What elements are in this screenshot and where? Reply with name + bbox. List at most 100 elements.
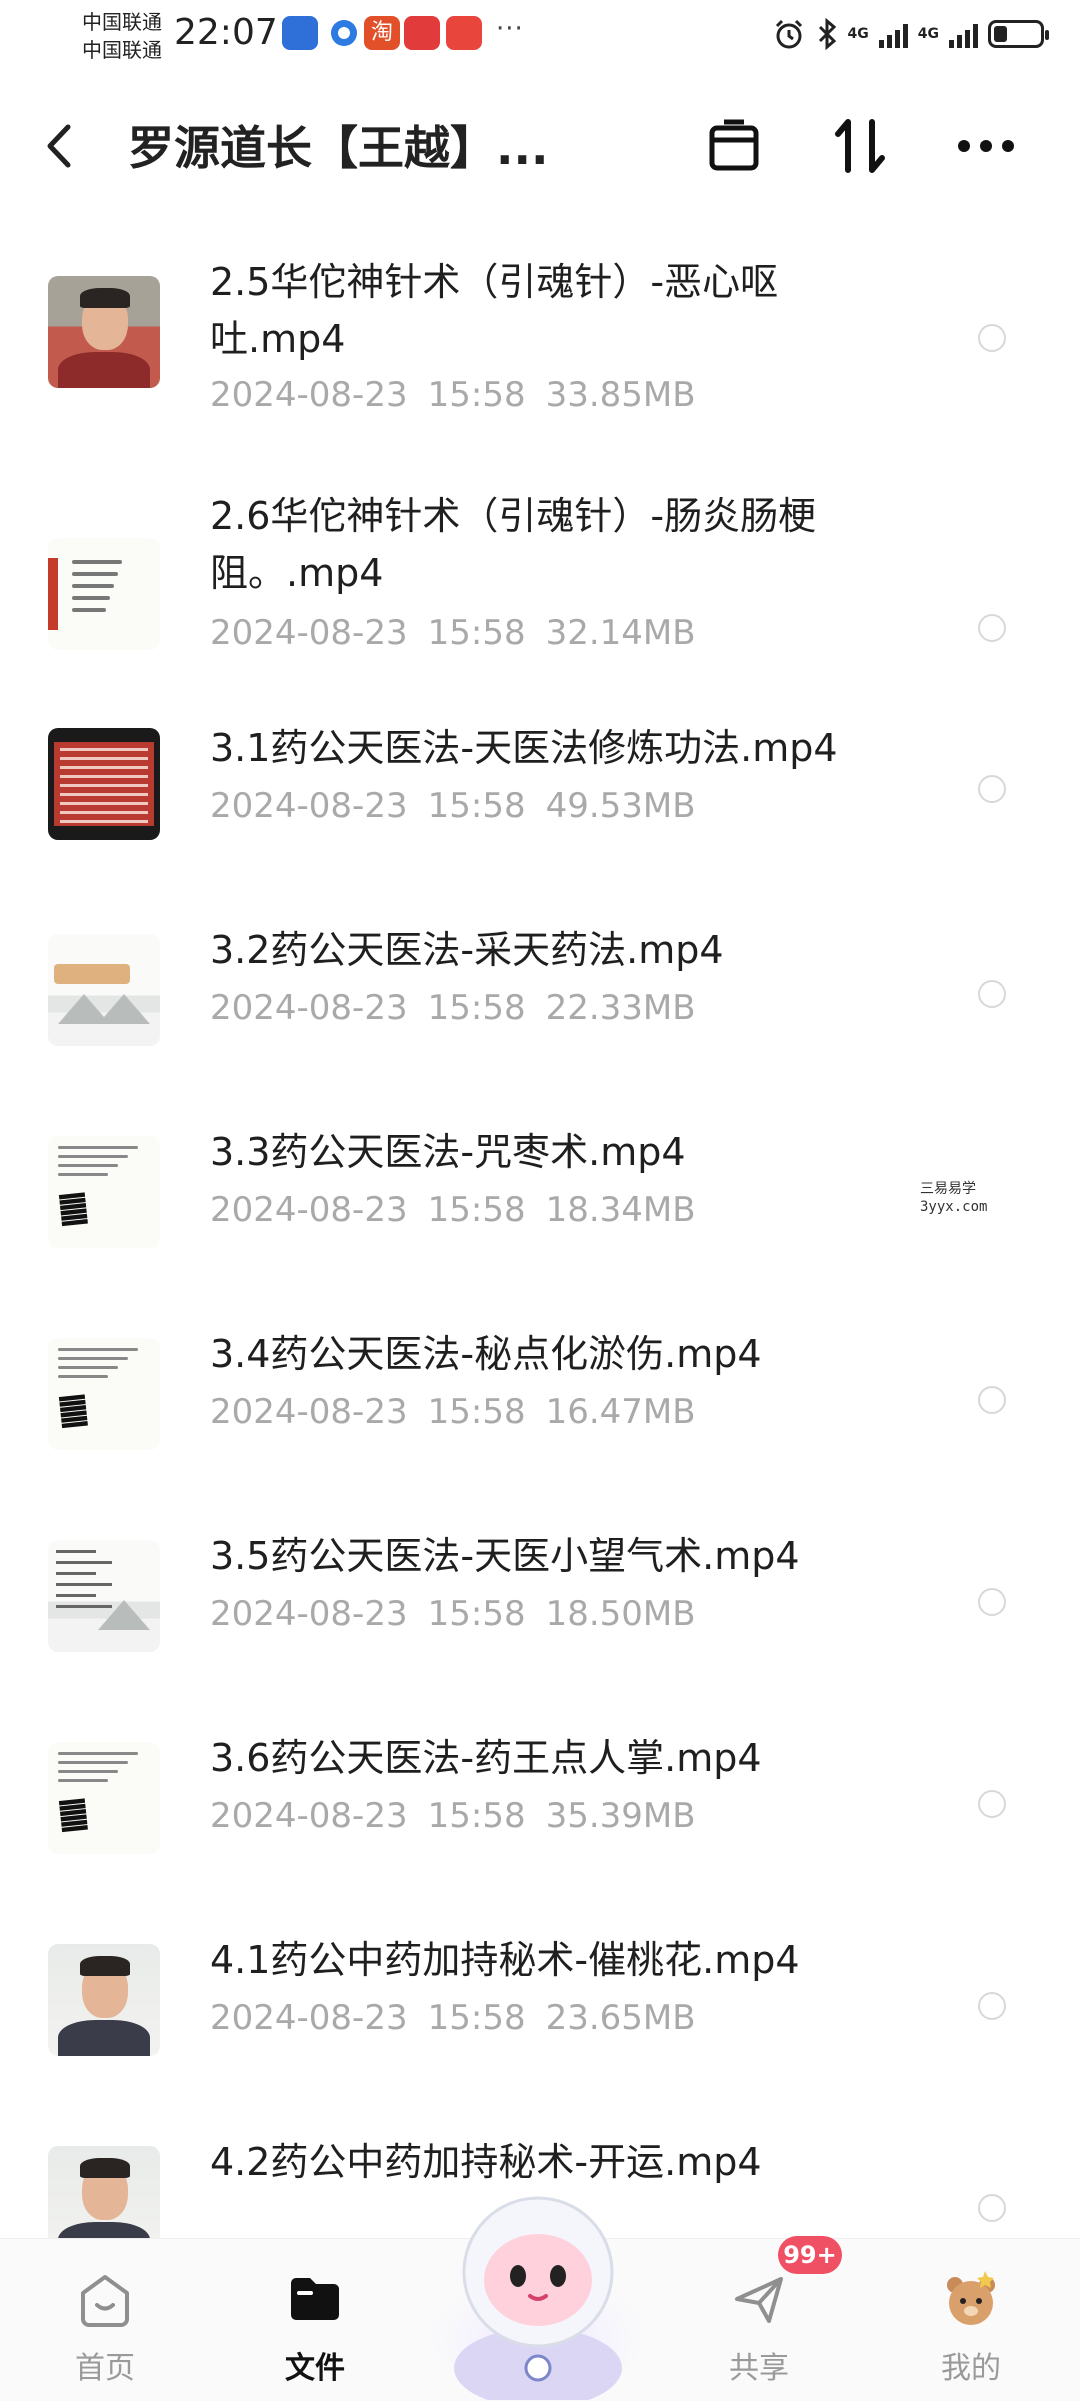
signal-bars-1 (878, 20, 908, 48)
file-size: 49.53MB (545, 786, 696, 826)
file-meta: 2024-08-23 15:58 18.34MB (210, 1190, 696, 1230)
assistant-mascot-button[interactable] (428, 2178, 648, 2404)
bluetooth-icon (818, 17, 836, 51)
video-thumbnail (48, 1540, 160, 1652)
more-notifications: ··· (496, 14, 524, 44)
file-time: 15:58 (427, 786, 526, 826)
file-time: 15:58 (427, 613, 526, 653)
file-name: 3.2药公天医法-采天药法.mp4 (210, 928, 724, 972)
shield-app-icon (282, 16, 318, 50)
file-row[interactable]: 2.6华佗神针术（引魂针）-肠炎肠梗阻。.mp4 2024-08-23 15:58 3… (0, 478, 1080, 678)
file-row[interactable]: 2.5华佗神针术（引魂针）-恶心呕吐.mp4 2024-08-23 15:58 33.… (0, 230, 1080, 430)
file-meta: 2024-08-23 15:58 22.33MB (210, 988, 696, 1028)
checklist-box-icon (709, 119, 759, 171)
select-radio[interactable] (978, 1790, 1006, 1818)
file-row[interactable]: ䷀ 3.3药公天医法-咒枣术.mp4 2024-08-23 15:58 18.34MB (0, 1124, 1080, 1324)
app-header: 罗源道长【王越】... (0, 90, 1080, 200)
watermark: 三易易学 3yyx.com (920, 1180, 987, 1216)
file-size: 23.65MB (545, 1998, 696, 2038)
file-time: 15:58 (427, 1796, 526, 1836)
nav-files-label: 文件 (285, 2351, 345, 2386)
nav-share-label: 共享 (729, 2351, 789, 2386)
file-meta: 2024-08-23 15:58 35.39MB (210, 1796, 696, 1836)
file-name: 2.6华佗神针术（引魂针）-肠炎肠梗阻。.mp4 (210, 494, 817, 595)
file-size: 35.39MB (545, 1796, 696, 1836)
select-radio[interactable] (978, 1992, 1006, 2020)
nav-home[interactable]: 首页 (30, 2239, 180, 2401)
file-name: 3.6药公天医法-药王点人掌.mp4 (210, 1736, 762, 1780)
taobao-app-icon: 淘 (364, 16, 400, 50)
file-time: 15:58 (427, 1392, 526, 1432)
select-radio[interactable] (978, 2194, 1006, 2222)
battery-icon (988, 20, 1049, 48)
status-indicators: 4G 4G (772, 16, 1049, 52)
file-size: 22.33MB (545, 988, 696, 1028)
carrier-2: 中国联通 (82, 38, 162, 62)
folder-title: 罗源道长【王越】... (128, 121, 549, 175)
select-radio[interactable] (978, 1588, 1006, 1616)
back-button[interactable] (44, 116, 94, 176)
file-size: 16.47MB (545, 1392, 696, 1432)
video-thumbnail: ䷀ (48, 1338, 160, 1450)
sort-icon (835, 119, 885, 173)
file-time: 15:58 (427, 1594, 526, 1634)
sort-button[interactable] (830, 114, 890, 178)
file-name: 4.1药公中药加持秘术-催桃花.mp4 (210, 1938, 800, 1982)
nav-mine-label: 我的 (941, 2351, 1001, 2386)
file-name: 2.5华佗神针术（引魂针）-恶心呕吐.mp4 (210, 260, 779, 361)
file-row[interactable]: 3.1药公天医法-天医法修炼功法.mp4 2024-08-23 15:58 49.53… (0, 720, 1080, 920)
file-size: 32.14MB (545, 613, 696, 653)
video-thumbnail (48, 538, 160, 650)
file-row[interactable]: ䷀ 3.4药公天医法-秘点化淤伤.mp4 2024-08-23 15:58 16.47M… (0, 1326, 1080, 1526)
file-date: 2024-08-23 (210, 613, 408, 653)
bear-avatar-icon (947, 2271, 995, 2325)
video-thumbnail (48, 728, 160, 840)
file-meta: 2024-08-23 15:58 49.53MB (210, 786, 696, 826)
watermark-line-2: 3yyx.com (920, 1199, 988, 1215)
video-thumbnail: ䷀ (48, 1742, 160, 1854)
select-radio[interactable] (978, 775, 1006, 803)
nav-mine[interactable]: 我的 (896, 2239, 1046, 2401)
file-name: 3.4药公天医法-秘点化淤伤.mp4 (210, 1332, 762, 1376)
carrier-1: 中国联通 (82, 10, 162, 34)
file-size: 33.85MB (545, 375, 696, 415)
watermark-line-1: 三易易学 (920, 1181, 976, 1197)
file-row[interactable]: 3.2药公天医法-采天药法.mp4 2024-08-23 15:58 22.33MB (0, 922, 1080, 1122)
signal-bars-2 (949, 20, 978, 48)
share-notification-badge: 99+ (778, 2236, 842, 2274)
select-radio[interactable] (978, 1386, 1006, 1414)
file-meta: 2024-08-23 15:58 33.85MB (210, 375, 696, 415)
file-date: 2024-08-23 (210, 1796, 408, 1836)
select-radio[interactable] (978, 614, 1006, 642)
nav-home-label: 首页 (75, 2351, 135, 2386)
select-mode-button[interactable] (704, 114, 764, 178)
file-size: 18.50MB (545, 1594, 696, 1634)
file-size: 18.34MB (545, 1190, 696, 1230)
carrier-labels: 中国联通 中国联通 (82, 8, 162, 64)
status-time: 22:07 (174, 12, 278, 53)
video-thumbnail (48, 276, 160, 388)
file-time: 15:58 (427, 1998, 526, 2038)
status-bar: 中国联通 中国联通 22:07 淘 ··· 4G 4G (0, 0, 1080, 70)
browser-app-icon (326, 16, 362, 50)
file-name: 3.5药公天医法-天医小望气术.mp4 (210, 1534, 800, 1578)
video-thumbnail (48, 934, 160, 1046)
select-radio[interactable] (978, 980, 1006, 1008)
nav-files[interactable]: 文件 (240, 2239, 390, 2401)
battery-level (994, 26, 1007, 42)
jd-app-icon (446, 16, 482, 50)
file-meta: 2024-08-23 15:58 23.65MB (210, 1998, 696, 2038)
network-type-2: 4G (917, 26, 939, 42)
file-row[interactable]: 3.5药公天医法-天医小望气术.mp4 2024-08-23 15:58 18.50M… (0, 1528, 1080, 1728)
file-date: 2024-08-23 (210, 1392, 408, 1432)
network-type-1: 4G (847, 26, 869, 42)
file-time: 15:58 (427, 375, 526, 415)
file-time: 15:58 (427, 1190, 526, 1230)
select-radio[interactable] (978, 324, 1006, 352)
chevron-left-icon (47, 124, 71, 168)
file-date: 2024-08-23 (210, 1594, 408, 1634)
file-row[interactable]: 4.1药公中药加持秘术-催桃花.mp4 2024-08-23 15:58 23.65M… (0, 1932, 1080, 2132)
astronaut-mascot-icon (430, 2196, 646, 2404)
file-row[interactable]: ䷀ 3.6药公天医法-药王点人掌.mp4 2024-08-23 15:58 35.39M… (0, 1730, 1080, 1930)
more-options-button[interactable] (956, 114, 1016, 178)
